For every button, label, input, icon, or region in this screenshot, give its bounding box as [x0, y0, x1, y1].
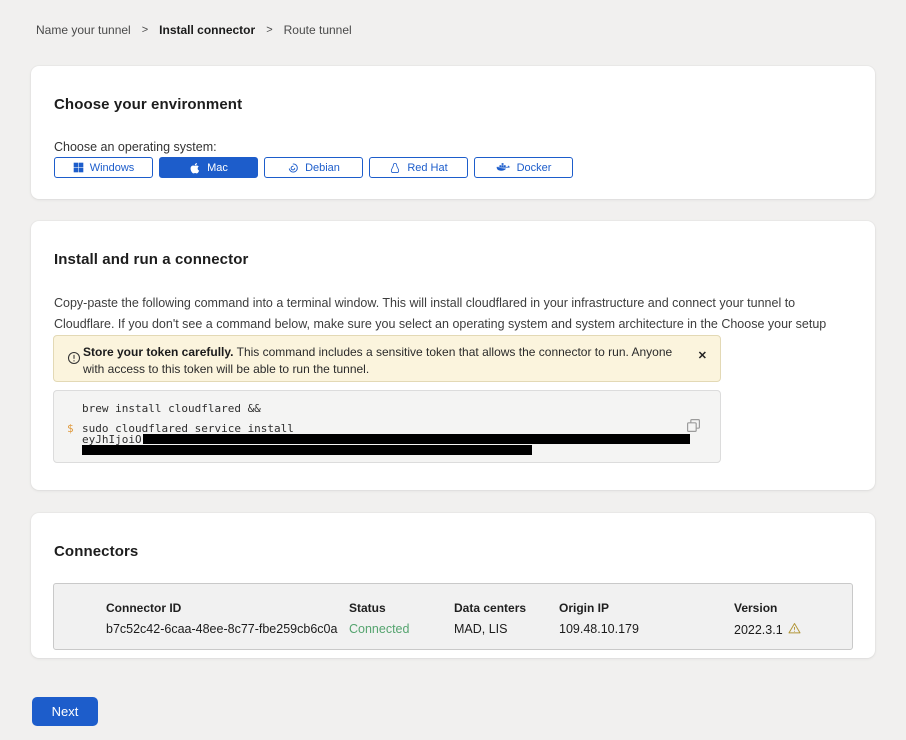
- tunnel-setup-page: Name your tunnel > Install connector > R…: [0, 0, 906, 740]
- status-badge: Connected: [349, 622, 409, 636]
- version-value: 2022.3.1: [734, 622, 801, 637]
- windows-icon: [73, 162, 84, 173]
- token-warning-title: Store your token carefully.: [83, 345, 234, 359]
- os-button-docker[interactable]: Docker: [474, 157, 573, 178]
- column-header-origin-ip: Origin IP: [559, 601, 609, 615]
- redhat-icon: [389, 162, 401, 174]
- os-button-group: Windows Mac Debian Red Hat: [54, 157, 573, 178]
- install-card-title: Install and run a connector: [54, 251, 248, 268]
- os-button-label: Windows: [90, 162, 135, 174]
- shell-prompt: $: [67, 422, 74, 435]
- alert-circle-icon: [67, 351, 81, 370]
- column-header-version: Version: [734, 601, 777, 615]
- data-centers-value: MAD, LIS: [454, 622, 508, 636]
- close-icon[interactable]: ✕: [698, 351, 707, 362]
- os-button-label: Docker: [517, 162, 552, 174]
- os-select-label: Choose an operating system:: [54, 140, 217, 154]
- token-warning-text: Store your token carefully. This command…: [83, 344, 673, 377]
- breadcrumb-name-your-tunnel[interactable]: Name your tunnel: [36, 23, 131, 37]
- copy-command-button[interactable]: [684, 418, 702, 436]
- os-button-label: Debian: [305, 162, 340, 174]
- breadcrumb: Name your tunnel > Install connector > R…: [36, 23, 352, 37]
- breadcrumb-separator: >: [142, 24, 148, 36]
- version-number: 2022.3.1: [734, 623, 783, 637]
- os-button-label: Red Hat: [407, 162, 447, 174]
- copy-icon: [686, 421, 701, 436]
- os-button-redhat[interactable]: Red Hat: [369, 157, 468, 178]
- warning-triangle-icon: [788, 622, 801, 637]
- token-warning-banner: Store your token carefully. This command…: [53, 335, 721, 382]
- code-line-brew: brew install cloudflared &&: [82, 402, 261, 415]
- os-button-windows[interactable]: Windows: [54, 157, 153, 178]
- next-button[interactable]: Next: [32, 697, 98, 726]
- choose-environment-card: Choose your environment Choose an operat…: [31, 66, 875, 199]
- breadcrumb-separator: >: [266, 24, 272, 36]
- breadcrumb-install-connector[interactable]: Install connector: [159, 23, 255, 37]
- origin-ip-value: 109.48.10.179: [559, 622, 639, 636]
- column-header-data-centers: Data centers: [454, 601, 526, 615]
- environment-card-title: Choose your environment: [54, 96, 242, 113]
- install-connector-card: Install and run a connector Copy-paste t…: [31, 221, 875, 490]
- os-button-mac[interactable]: Mac: [159, 157, 258, 178]
- connector-id-value: b7c52c42-6caa-48ee-8c77-fbe259cb6c0a: [106, 622, 337, 636]
- install-command-code-block: brew install cloudflared && $ sudo cloud…: [53, 390, 721, 463]
- debian-icon: [287, 162, 299, 174]
- column-header-connector-id: Connector ID: [106, 601, 181, 615]
- column-header-status: Status: [349, 601, 386, 615]
- docker-icon: [496, 162, 511, 173]
- os-button-debian[interactable]: Debian: [264, 157, 363, 178]
- apple-icon: [189, 162, 201, 174]
- connectors-card-title: Connectors: [54, 543, 138, 560]
- connectors-card: Connectors Connector ID Status Data cent…: [31, 513, 875, 658]
- os-button-label: Mac: [207, 162, 228, 174]
- redaction-bar: [143, 434, 690, 444]
- connectors-table: Connector ID Status Data centers Origin …: [53, 583, 853, 650]
- redaction-bar: [82, 445, 532, 455]
- breadcrumb-route-tunnel[interactable]: Route tunnel: [284, 23, 352, 37]
